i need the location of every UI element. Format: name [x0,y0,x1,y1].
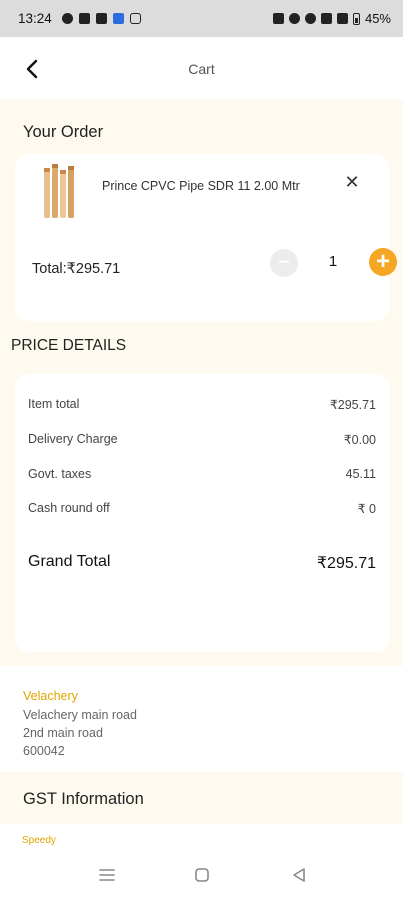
status-right: 45% [272,11,391,26]
signal-icon [320,13,332,24]
page-title: Cart [188,61,215,77]
gst-section-title: GST Information [23,790,144,808]
heart-icon [61,13,73,24]
remove-item-button[interactable]: ✕ [343,173,361,191]
signal-2-icon [336,13,348,24]
address-line: 2nd main road [23,726,103,740]
system-nav-bar [0,848,403,900]
teams-icon [78,13,90,24]
pipe-product-image [44,164,74,218]
message-icon [95,13,107,24]
wifi-icon [304,13,316,24]
order-section-title: Your Order [23,123,104,141]
price-row-label: Cash round off [28,501,110,515]
app-header: Cart [0,37,403,99]
price-row-label: Delivery Charge [28,432,118,446]
address-line: Velachery main road [23,708,137,722]
price-details-title: PRICE DETAILS [11,337,127,354]
battery-icon [352,12,360,25]
facebook-icon [112,13,124,24]
back-triangle-icon[interactable] [288,864,310,886]
address-name: Velachery [23,689,78,703]
price-row-label: Item total [28,397,80,411]
price-row-value: 45.11 [345,467,376,481]
grand-total-value: ₹295.71 [316,555,376,572]
status-left: 13:24 [18,11,141,26]
decrease-quantity-button[interactable]: − [270,249,298,277]
price-row: Cash round off ₹ 0 [28,501,376,516]
price-row-label: Govt. taxes [28,467,92,481]
grand-total-row: Grand Total ₹295.71 [28,553,376,573]
price-row: Delivery Charge ₹0.00 [28,432,376,447]
grand-total-label: Grand Total [28,553,111,570]
price-row: Item total ₹295.71 [28,397,376,412]
quantity-value: 1 [328,253,338,270]
product-name: Prince CPVC Pipe SDR 11 2.00 Mtr [102,179,300,193]
battery-percent: 45% [364,11,391,26]
gst-company-name: Speedy [22,835,56,846]
address-line: 600042 [23,744,65,758]
price-row: Govt. taxes 45.11 [28,467,376,481]
nfc-icon [272,13,284,24]
instagram-icon [129,13,141,24]
status-bar: 13:24 45% [0,0,403,37]
price-row-value: ₹295.71 [329,398,376,412]
order-total: Total:₹295.71 [32,261,121,277]
price-row-value: ₹0.00 [343,433,376,447]
bluetooth-icon [288,13,300,24]
menu-icon[interactable] [96,864,118,886]
price-row-value: ₹ 0 [357,502,376,516]
home-square-icon[interactable] [191,864,213,886]
status-time: 13:24 [18,11,52,26]
increase-quantity-button[interactable]: + [369,248,397,276]
